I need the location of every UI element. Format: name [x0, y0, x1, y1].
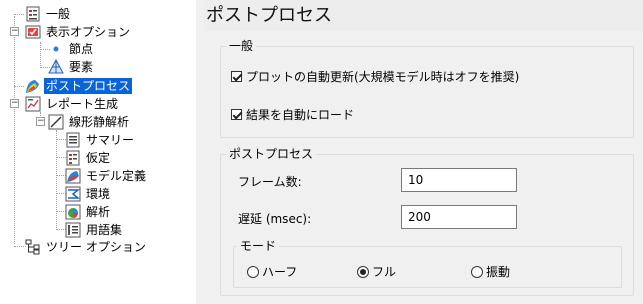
tree-item-elements[interactable]: 要素 — [48, 58, 95, 76]
mode-group-title: モード — [237, 239, 280, 253]
settings-panel: ポストプロセス 一般 プロットの自動更新(大規模モデル時はオフを推奨) 結果を自… — [204, 0, 643, 304]
tree-item-environment[interactable]: 環境 — [65, 185, 112, 203]
report-icon — [25, 96, 41, 112]
auto-update-checkbox[interactable]: プロットの自動更新(大規模モデル時はオフを推奨) — [231, 68, 519, 85]
tree-item-display-options[interactable]: 表示オプション — [25, 23, 132, 41]
tree-item-tree-options[interactable]: ツリー オプション — [25, 238, 148, 256]
mode-half-label: ハーフ — [262, 265, 298, 279]
environment-icon — [65, 186, 81, 202]
delay-label: 遅延 (msec): — [238, 212, 312, 226]
tree-item-nodes[interactable]: 節点 — [48, 40, 95, 58]
postprocess-icon — [25, 78, 41, 94]
delay-input[interactable]: 200 — [401, 205, 517, 229]
general-group — [220, 46, 634, 138]
frames-label: フレーム数: — [238, 175, 302, 189]
tree-item-label: モデル定義 — [86, 169, 147, 183]
checkbox-checked-icon[interactable] — [231, 109, 242, 120]
tree-item-analysis[interactable]: 解析 — [65, 203, 112, 221]
radio-selected-icon[interactable] — [357, 265, 369, 278]
mode-full-radio[interactable]: フル — [357, 263, 396, 280]
model-definition-icon — [65, 168, 81, 184]
mode-vibration-label: 振動 — [486, 265, 511, 279]
mode-half-radio[interactable]: ハーフ — [247, 263, 297, 280]
tree-item-label: 表示オプション — [46, 25, 131, 39]
general-group-title: 一般 — [226, 39, 257, 53]
tree-item-label: サマリー — [86, 133, 135, 147]
tree-item-label: 仮定 — [86, 151, 111, 165]
tree-item-summary[interactable]: サマリー — [65, 131, 136, 149]
node-dot-icon — [48, 41, 64, 57]
analysis-icon — [65, 204, 81, 220]
tree-item-label: 線形静解析 — [69, 115, 130, 129]
summary-icon — [65, 132, 81, 148]
radio-empty-icon[interactable] — [471, 265, 483, 278]
tree-item-label: 用語集 — [86, 223, 123, 237]
collapse-toggle-icon[interactable]: − — [10, 27, 19, 36]
linear-static-icon — [48, 114, 64, 130]
tree-item-label: 要素 — [69, 60, 94, 74]
auto-load-label: 結果を自動にロード — [246, 108, 355, 122]
collapse-toggle-icon[interactable]: − — [10, 99, 19, 108]
postprocess-group-title: ポストプロセス — [226, 147, 317, 161]
tree-item-general[interactable]: 一般 — [25, 5, 72, 23]
tree-item-label: ツリー オプション — [46, 240, 146, 254]
glossary-icon — [65, 222, 81, 238]
assumptions-icon — [65, 150, 81, 166]
panel-splitter[interactable] — [196, 0, 204, 304]
element-mesh-icon — [48, 58, 64, 75]
tree-item-label: 環境 — [86, 187, 111, 201]
options-tree: 一般 − 表示オプション 節点 要素 ポストプロセス − レポート生成 − 線形… — [0, 0, 196, 304]
tree-item-model-definition[interactable]: モデル定義 — [65, 167, 148, 185]
general-settings-icon — [25, 6, 41, 22]
tree-item-postprocess[interactable]: ポストプロセス — [25, 77, 133, 95]
tree-item-label: 節点 — [69, 42, 94, 56]
auto-load-checkbox[interactable]: 結果を自動にロード — [231, 106, 354, 123]
tree-item-linear-static[interactable]: 線形静解析 — [48, 113, 131, 131]
mode-full-label: フル — [372, 265, 397, 279]
auto-update-label: プロットの自動更新(大規模モデル時はオフを推奨) — [246, 70, 520, 84]
tree-item-report[interactable]: レポート生成 — [25, 95, 120, 113]
radio-empty-icon[interactable] — [247, 265, 259, 278]
mode-vibration-radio[interactable]: 振動 — [471, 263, 510, 280]
tree-item-label: ポストプロセス — [44, 78, 133, 94]
checkbox-checked-icon[interactable] — [231, 71, 242, 82]
collapse-toggle-icon[interactable]: − — [36, 117, 45, 126]
tree-item-assumptions[interactable]: 仮定 — [65, 149, 112, 167]
display-options-icon — [25, 24, 41, 40]
page-title: ポストプロセス — [204, 0, 643, 31]
tree-item-label: レポート生成 — [46, 97, 119, 111]
tree-item-glossary[interactable]: 用語集 — [65, 221, 124, 239]
tree-item-label: 一般 — [46, 7, 71, 21]
tree-options-icon — [25, 239, 41, 255]
frames-input[interactable]: 10 — [401, 168, 517, 192]
tree-item-label: 解析 — [86, 205, 111, 219]
